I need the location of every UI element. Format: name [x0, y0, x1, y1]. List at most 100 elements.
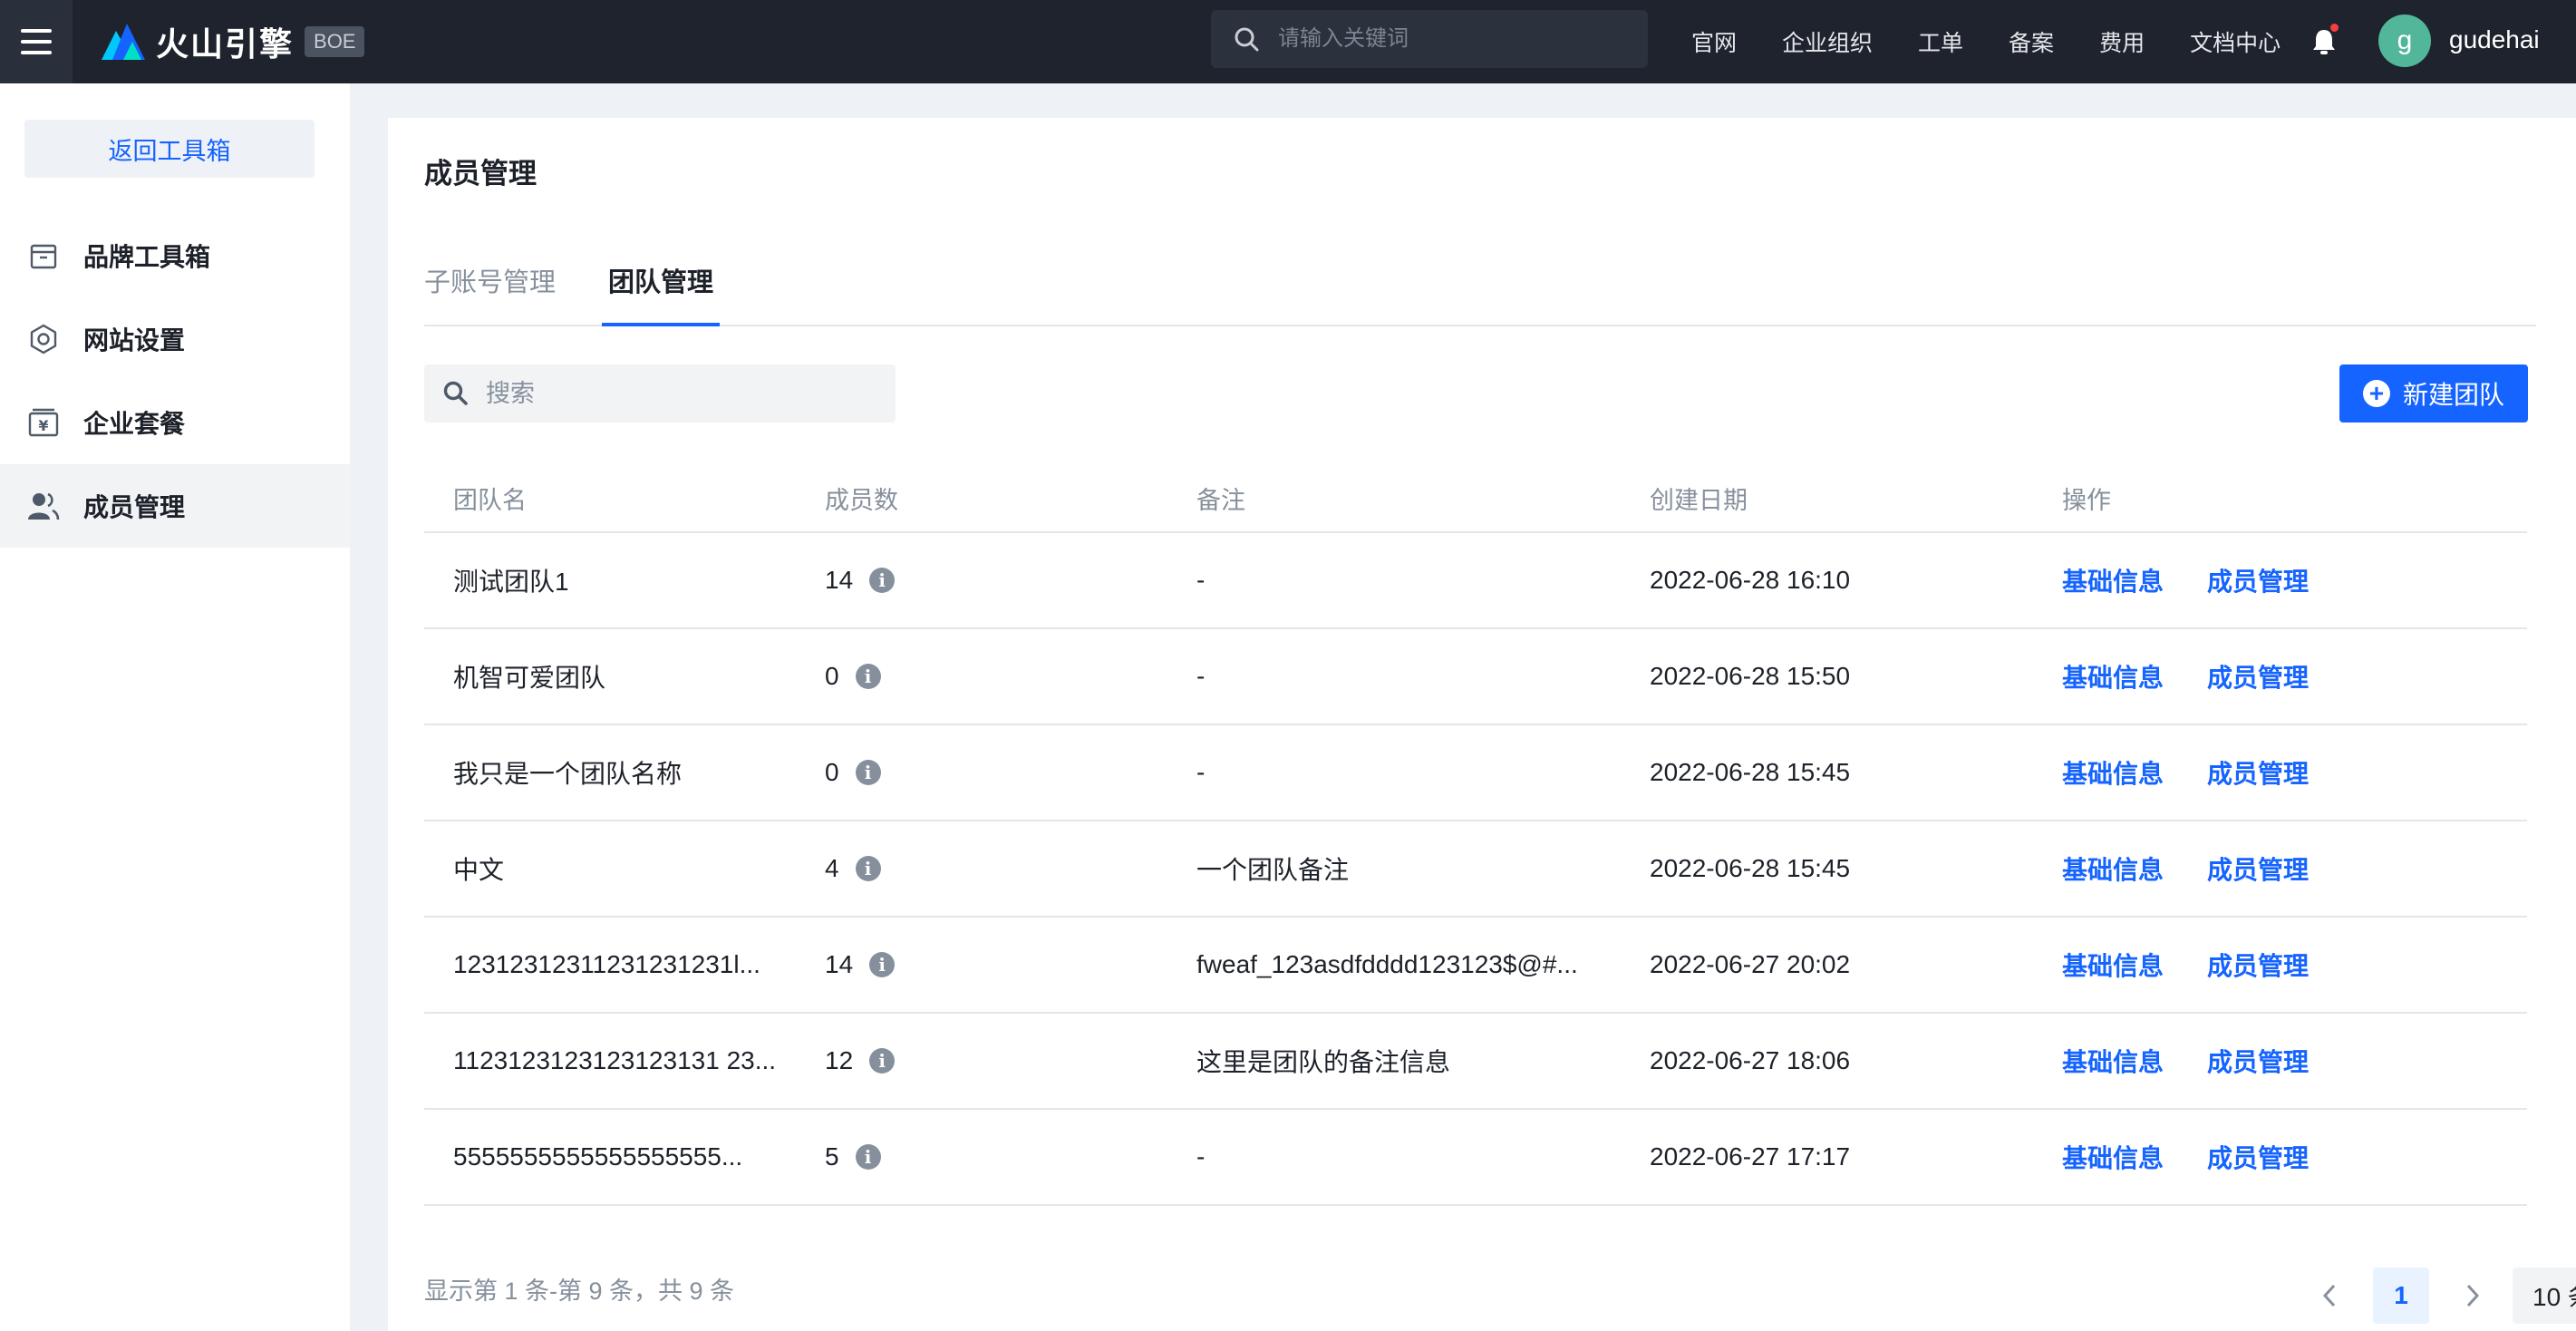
table-row: 12312312311231231231l... 14 i fweaf_123as…	[424, 918, 2527, 1014]
info-icon[interactable]: i	[869, 952, 896, 977]
username[interactable]: gudehai	[2449, 25, 2540, 54]
nav-official-site[interactable]: 官网	[1691, 25, 1737, 58]
basic-info-link[interactable]: 基础信息	[2062, 947, 2164, 983]
volcano-logo-icon	[102, 24, 145, 60]
sidebar-item-brand-toolbox[interactable]: 品牌工具箱	[0, 214, 350, 297]
actions-cell: 基础信息 成员管理	[2062, 1110, 2352, 1204]
member-manage-link[interactable]: 成员管理	[2207, 947, 2309, 983]
table-row: 1123123123123123131 23... 12 i 这里是团队的备注信息…	[424, 1014, 2527, 1110]
table-row: 我只是一个团队名称 0i - 2022-06-28 15:45 基础信息 成员管理	[424, 725, 2527, 821]
created-date-cell: 2022-06-27 18:06	[1650, 1046, 1851, 1074]
team-search-input[interactable]	[486, 379, 885, 408]
hamburger-menu-button[interactable]	[0, 0, 73, 83]
team-name-cell: 机智可爱团队	[453, 664, 606, 692]
basic-info-link[interactable]: 基础信息	[2062, 562, 2164, 598]
gear-icon	[25, 321, 62, 357]
note-cell: 这里是团队的备注信息	[1196, 1048, 1451, 1076]
column-header-created-date[interactable]: 创建日期	[1650, 462, 1748, 533]
info-icon[interactable]: i	[855, 1144, 881, 1170]
info-icon[interactable]: i	[869, 1048, 896, 1074]
basic-info-link[interactable]: 基础信息	[2062, 754, 2164, 791]
sidebar-item-member-management[interactable]: 成员管理	[0, 464, 350, 548]
chevron-left-icon	[2322, 1284, 2336, 1307]
member-count-cell: 12 i	[825, 1014, 896, 1108]
env-badge: BOE	[305, 26, 365, 57]
created-date-cell: 2022-06-28 15:50	[1650, 662, 1851, 690]
member-manage-link[interactable]: 成员管理	[2207, 1139, 2309, 1175]
sidebar-item-label: 企业套餐	[83, 410, 186, 438]
actions-cell: 基础信息 成员管理	[2062, 821, 2352, 916]
tab-sub-accounts[interactable]: 子账号管理	[424, 234, 556, 326]
note-cell: -	[1196, 758, 1206, 786]
member-count-cell: 14 i	[825, 533, 896, 627]
info-icon[interactable]: i	[869, 568, 896, 593]
member-manage-link[interactable]: 成员管理	[2207, 754, 2309, 791]
nav-filing[interactable]: 备案	[2009, 25, 2054, 58]
column-header-team-name[interactable]: 团队名	[453, 462, 527, 533]
member-manage-link[interactable]: 成员管理	[2207, 658, 2309, 695]
basic-info-link[interactable]: 基础信息	[2062, 850, 2164, 887]
archive-icon	[25, 238, 62, 274]
page-size-select[interactable]: 10 条/页	[2513, 1268, 2576, 1324]
nav-enterprise-org[interactable]: 企业组织	[1782, 25, 1873, 58]
tab-team-management[interactable]: 团队管理	[608, 234, 713, 326]
global-search-input[interactable]	[1278, 26, 1622, 52]
note-cell: -	[1196, 566, 1206, 594]
table-row: 中文 4i 一个团队备注 2022-06-28 15:45 基础信息 成员管理	[424, 821, 2527, 918]
brand-name: 火山引擎	[156, 25, 295, 63]
column-header-member-count[interactable]: 成员数	[825, 462, 898, 533]
column-header-note[interactable]: 备注	[1196, 462, 1245, 533]
next-page-button[interactable]	[2455, 1268, 2491, 1323]
created-date-cell: 2022-06-28 15:45	[1650, 758, 1851, 786]
info-icon[interactable]: i	[855, 856, 881, 881]
member-count-cell: 14 i	[825, 918, 896, 1012]
page-number-button[interactable]: 1	[2373, 1268, 2429, 1324]
nav-tickets[interactable]: 工单	[1918, 25, 1963, 58]
team-name-cell: 12312312311231231231l...	[453, 950, 760, 978]
team-name-cell: 测试团队1	[453, 568, 569, 596]
basic-info-link[interactable]: 基础信息	[2062, 658, 2164, 695]
new-team-button[interactable]: + 新建团队	[2339, 364, 2528, 423]
created-date-cell: 2022-06-28 16:10	[1650, 566, 1851, 594]
info-icon[interactable]: i	[855, 760, 881, 785]
pagination: 1 10 条/页	[2311, 1268, 2576, 1324]
member-count: 5	[825, 1142, 839, 1171]
sidebar-item-label: 品牌工具箱	[83, 243, 211, 271]
avatar[interactable]: g	[2378, 15, 2431, 67]
nav-billing[interactable]: 费用	[2099, 25, 2145, 58]
search-icon	[443, 381, 468, 405]
member-manage-link[interactable]: 成员管理	[2207, 562, 2309, 598]
actions-cell: 基础信息 成员管理	[2062, 629, 2352, 724]
column-header-actions: 操作	[2062, 486, 2111, 514]
new-team-label: 新建团队	[2402, 381, 2504, 409]
sidebar-item-enterprise-plan[interactable]: ¥ 企业套餐	[0, 381, 350, 464]
users-icon	[25, 488, 62, 524]
actions-cell: 基础信息 成员管理	[2062, 1014, 2352, 1108]
back-to-toolbox-button[interactable]: 返回工具箱	[24, 120, 315, 178]
sidebar-item-website-settings[interactable]: 网站设置	[0, 297, 350, 381]
note-cell: -	[1196, 1142, 1206, 1171]
created-date-cell: 2022-06-27 17:17	[1650, 1142, 1851, 1171]
member-manage-link[interactable]: 成员管理	[2207, 850, 2309, 887]
member-count-cell: 5i	[825, 1110, 881, 1204]
note-cell: 一个团队备注	[1196, 856, 1350, 884]
sidebar-item-label: 网站设置	[83, 326, 186, 355]
chevron-right-icon	[2466, 1284, 2480, 1307]
pagination-total: 显示第 1 条-第 9 条，共 9 条	[424, 1278, 735, 1305]
nav-docs-center[interactable]: 文档中心	[2190, 25, 2281, 58]
team-name-cell: 我只是一个团队名称	[453, 760, 683, 788]
member-count: 14	[825, 950, 854, 978]
info-icon[interactable]: i	[855, 664, 881, 689]
prev-page-button[interactable]	[2311, 1268, 2348, 1323]
basic-info-link[interactable]: 基础信息	[2062, 1043, 2164, 1079]
basic-info-link[interactable]: 基础信息	[2062, 1139, 2164, 1175]
brand[interactable]: 火山引擎 BOE	[100, 18, 365, 65]
active-tab-indicator	[602, 323, 720, 326]
notification-bell-button[interactable]	[2308, 24, 2340, 58]
member-manage-link[interactable]: 成员管理	[2207, 1043, 2309, 1079]
table-header: 团队名 成员数 备注 创建日期 操作	[424, 462, 2527, 533]
member-count: 0	[825, 758, 839, 786]
table-row: 5555555555555555555... 5i - 2022-06-27 1…	[424, 1110, 2527, 1206]
hamburger-icon	[21, 25, 52, 58]
table-row: 测试团队1 14 i - 2022-06-28 16:10 基础信息 成员管理	[424, 533, 2527, 629]
